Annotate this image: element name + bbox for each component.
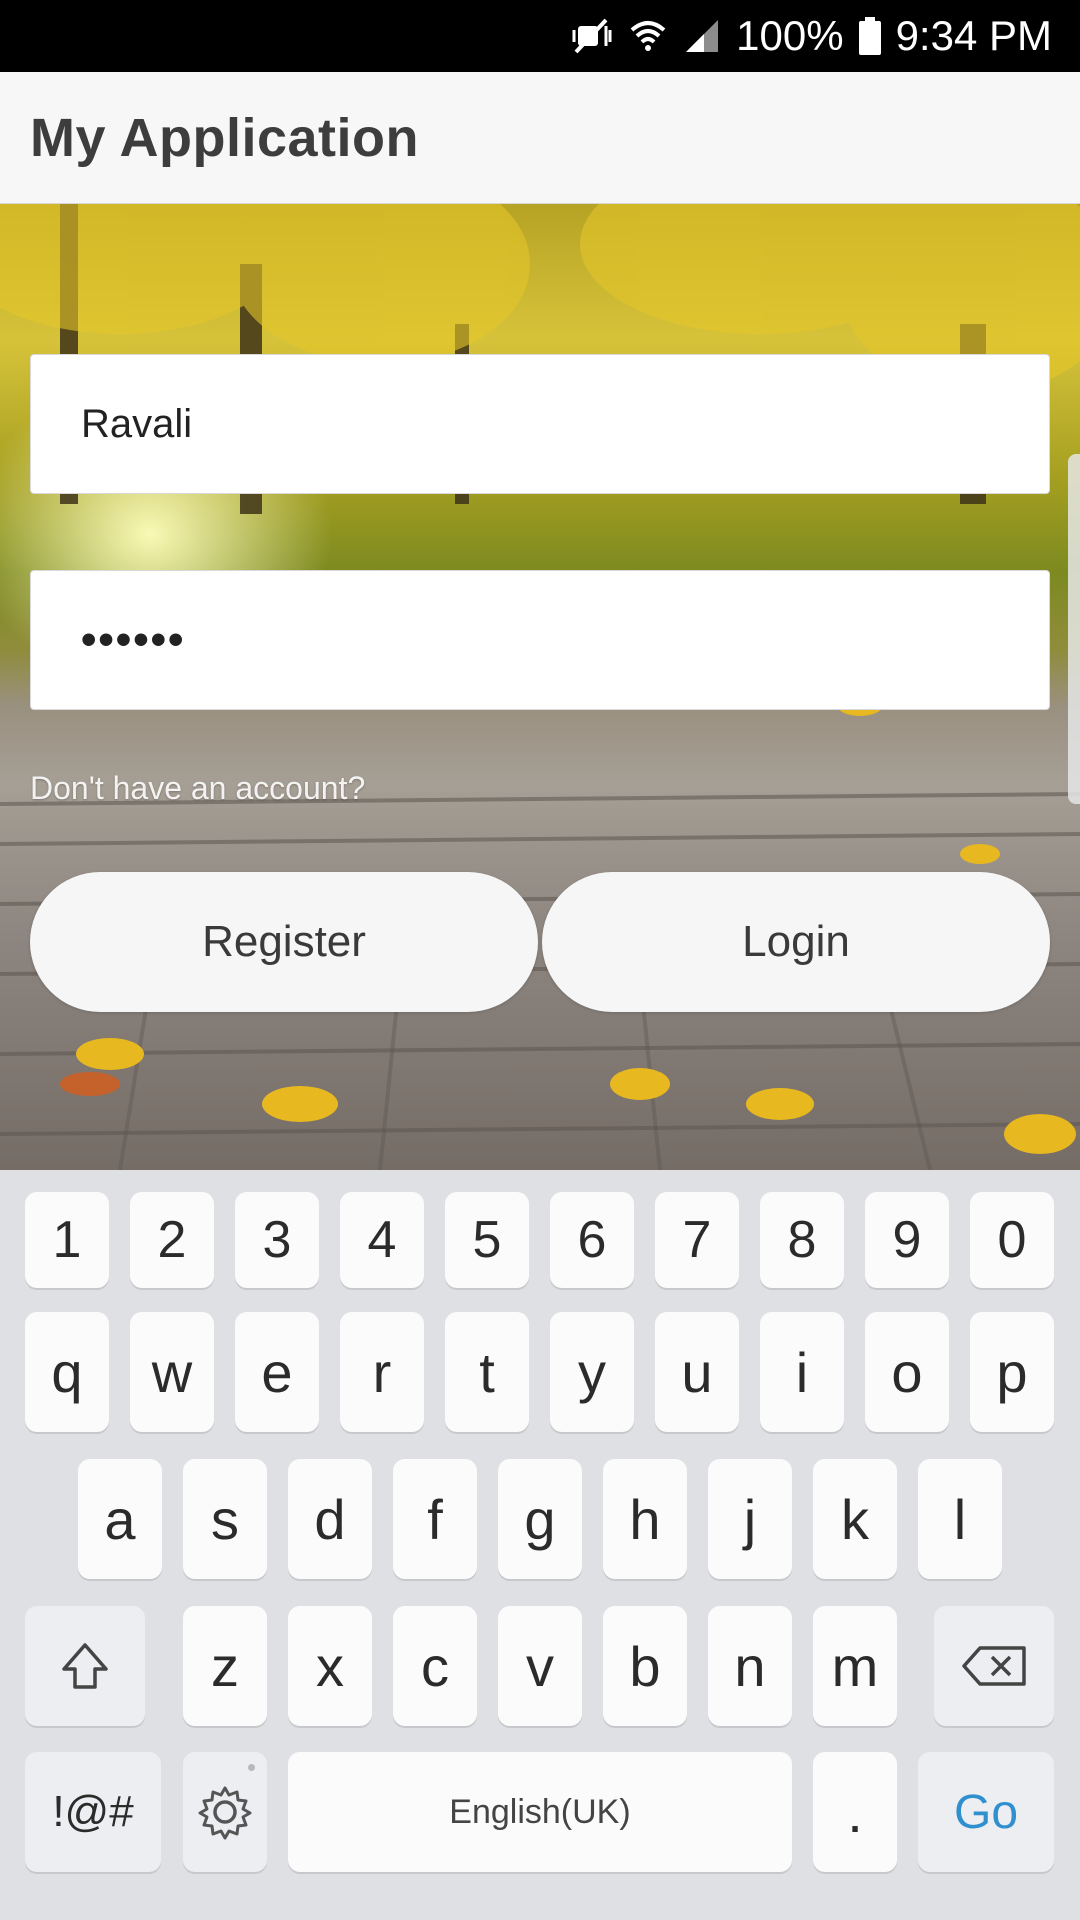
soft-keyboard: 1 2 3 4 5 6 7 8 9 0 q w e r t y u i o p … — [0, 1170, 1080, 1920]
login-screen: Ravali •••••• Don't have an account? Reg… — [0, 204, 1080, 1170]
scrollbar[interactable] — [1068, 454, 1080, 804]
key-s[interactable]: s — [183, 1459, 267, 1579]
key-o[interactable]: o — [865, 1312, 949, 1432]
key-w[interactable]: w — [130, 1312, 214, 1432]
key-p[interactable]: p — [970, 1312, 1054, 1432]
key-a[interactable]: a — [78, 1459, 162, 1579]
mute-icon — [570, 16, 614, 56]
key-e[interactable]: e — [235, 1312, 319, 1432]
signup-hint: Don't have an account? — [30, 770, 366, 806]
key-k[interactable]: k — [813, 1459, 897, 1579]
app-title: My Application — [30, 107, 420, 168]
key-b[interactable]: b — [603, 1606, 687, 1726]
key-j[interactable]: j — [708, 1459, 792, 1579]
login-label: Login — [742, 917, 850, 966]
key-g[interactable]: g — [498, 1459, 582, 1579]
settings-indicator-dot — [248, 1764, 255, 1771]
go-key[interactable]: Go — [918, 1752, 1054, 1872]
username-value: Ravali — [81, 401, 193, 446]
key-d[interactable]: d — [288, 1459, 372, 1579]
password-input[interactable]: •••••• — [30, 570, 1050, 710]
battery-icon — [858, 16, 882, 56]
status-bar: 100% 9:34 PM — [0, 0, 1080, 72]
register-label: Register — [202, 917, 366, 966]
key-t[interactable]: t — [445, 1312, 529, 1432]
key-5[interactable]: 5 — [445, 1192, 529, 1288]
wifi-icon — [628, 16, 668, 56]
key-z[interactable]: z — [183, 1606, 267, 1726]
key-8[interactable]: 8 — [760, 1192, 844, 1288]
key-3[interactable]: 3 — [235, 1192, 319, 1288]
shift-icon — [62, 1643, 108, 1689]
signal-icon — [682, 16, 722, 56]
password-value: •••••• — [81, 615, 186, 664]
shift-key[interactable] — [25, 1606, 145, 1726]
key-0[interactable]: 0 — [970, 1192, 1054, 1288]
key-r[interactable]: r — [340, 1312, 424, 1432]
backspace-icon — [962, 1646, 1026, 1686]
symbols-key[interactable]: !@# — [25, 1752, 161, 1872]
key-i[interactable]: i — [760, 1312, 844, 1432]
clock: 9:34 PM — [895, 12, 1052, 59]
key-1[interactable]: 1 — [25, 1192, 109, 1288]
key-y[interactable]: y — [550, 1312, 634, 1432]
period-key[interactable]: . — [813, 1752, 897, 1872]
key-h[interactable]: h — [603, 1459, 687, 1579]
key-9[interactable]: 9 — [865, 1192, 949, 1288]
backspace-key[interactable] — [934, 1606, 1054, 1726]
key-u[interactable]: u — [655, 1312, 739, 1432]
key-7[interactable]: 7 — [655, 1192, 739, 1288]
gear-icon — [198, 1786, 252, 1840]
space-key[interactable]: English(UK) — [288, 1752, 792, 1872]
settings-key[interactable] — [183, 1752, 267, 1872]
key-6[interactable]: 6 — [550, 1192, 634, 1288]
key-v[interactable]: v — [498, 1606, 582, 1726]
login-button[interactable]: Login — [542, 872, 1050, 1012]
key-2[interactable]: 2 — [130, 1192, 214, 1288]
key-q[interactable]: q — [25, 1312, 109, 1432]
key-m[interactable]: m — [813, 1606, 897, 1726]
key-f[interactable]: f — [393, 1459, 477, 1579]
register-button[interactable]: Register — [30, 872, 538, 1012]
key-x[interactable]: x — [288, 1606, 372, 1726]
key-4[interactable]: 4 — [340, 1192, 424, 1288]
key-c[interactable]: c — [393, 1606, 477, 1726]
app-bar: My Application — [0, 72, 1080, 204]
key-l[interactable]: l — [918, 1459, 1002, 1579]
key-n[interactable]: n — [708, 1606, 792, 1726]
battery-percent: 100% — [736, 12, 844, 59]
username-input[interactable]: Ravali — [30, 354, 1050, 494]
